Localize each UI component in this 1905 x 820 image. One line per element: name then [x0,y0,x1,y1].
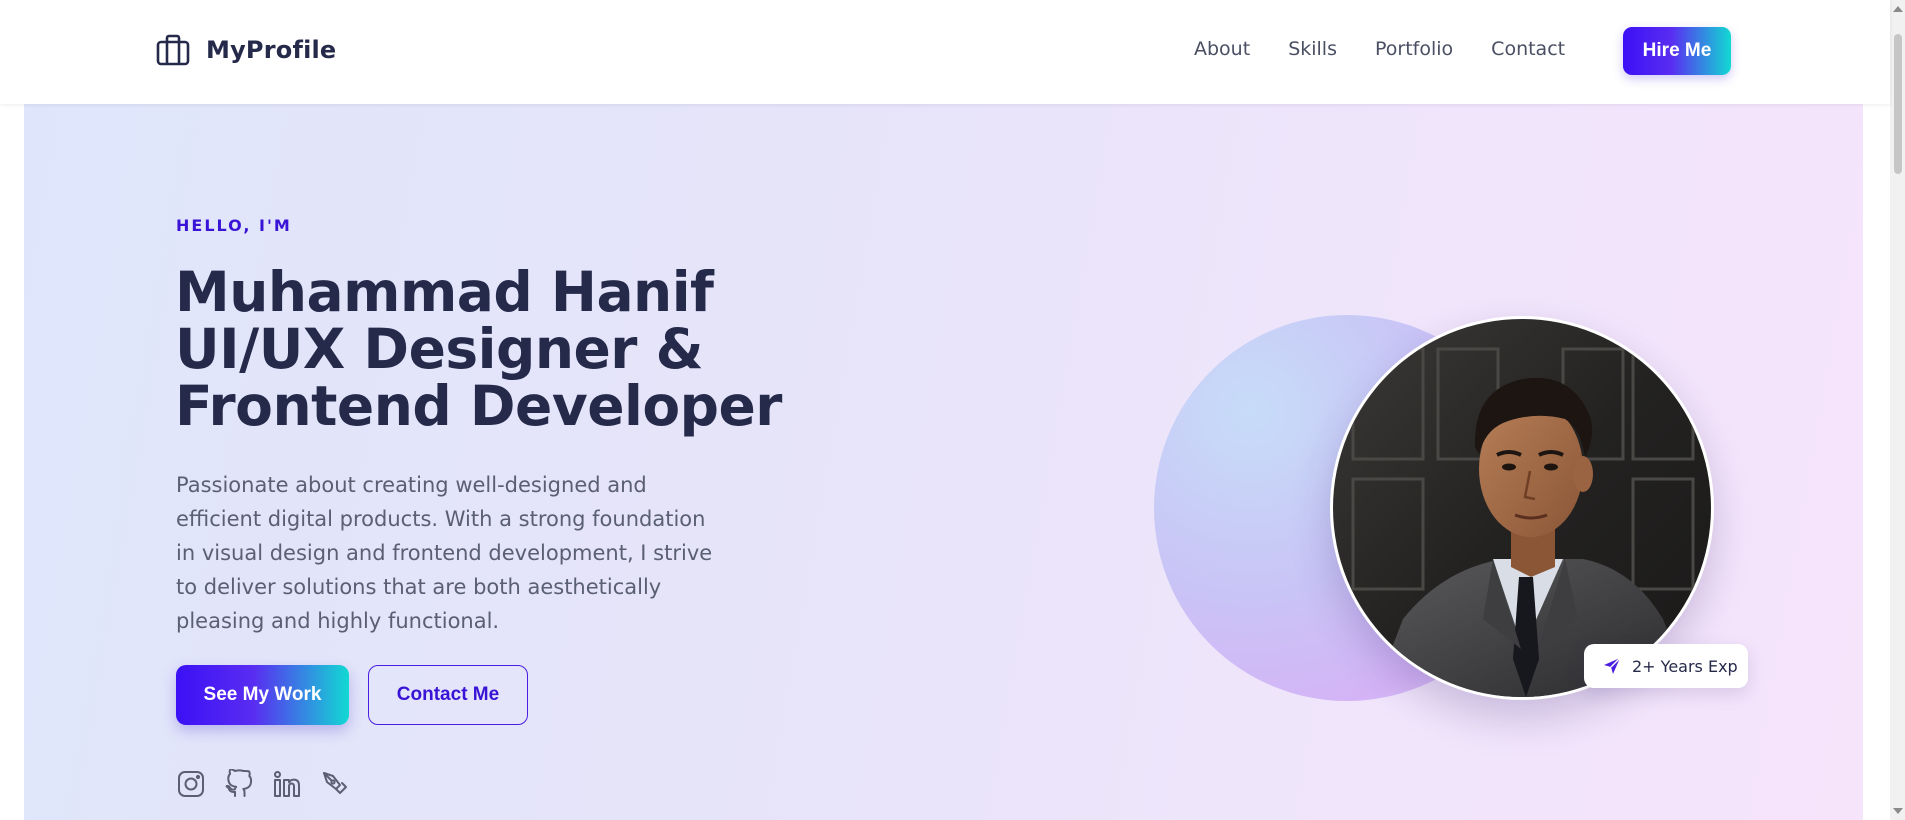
nav-links: About Skills Portfolio Contact [1194,38,1565,60]
scrollbar[interactable] [1890,0,1905,820]
scroll-thumb[interactable] [1894,34,1902,174]
experience-badge-text: 2+ Years Exp [1632,656,1738,676]
navbar: MyProfile About Skills Portfolio Contact… [0,0,1890,104]
github-icon[interactable] [224,769,254,799]
profile-photo [1333,319,1711,697]
see-my-work-button[interactable]: See My Work [176,665,349,725]
briefcase-icon [156,34,190,66]
nav-link-about[interactable]: About [1194,38,1250,60]
headline-name: Muhammad Hanif [175,260,714,324]
headline-role-2: Frontend Developer [175,374,782,438]
instagram-icon[interactable] [176,769,206,799]
scroll-up-arrow[interactable] [1893,6,1903,12]
hero-greeting: HELLO, I'M [176,216,292,235]
nav-link-contact[interactable]: Contact [1491,38,1565,60]
send-icon [1604,657,1621,674]
experience-badge: 2+ Years Exp [1584,644,1748,688]
social-links [176,769,350,799]
linkedin-icon[interactable] [272,769,302,799]
contact-me-button[interactable]: Contact Me [368,665,528,725]
pen-tool-icon[interactable] [320,769,350,799]
scroll-down-arrow[interactable] [1893,808,1903,814]
hero-headline: Muhammad Hanif UI/UX Designer & Frontend… [175,264,782,435]
brand-name: MyProfile [206,36,337,64]
brand-logo[interactable]: MyProfile [156,34,336,66]
nav-link-portfolio[interactable]: Portfolio [1375,38,1453,60]
hero-description: Passionate about creating well-designed … [176,473,713,633]
hire-me-button[interactable]: Hire Me [1623,27,1731,75]
profile-photo-frame [1330,316,1714,700]
nav-link-skills[interactable]: Skills [1288,38,1337,60]
headline-role-1: UI/UX Designer & [175,317,704,381]
hero-section: HELLO, I'M Muhammad Hanif UI/UX Designer… [24,104,1863,820]
